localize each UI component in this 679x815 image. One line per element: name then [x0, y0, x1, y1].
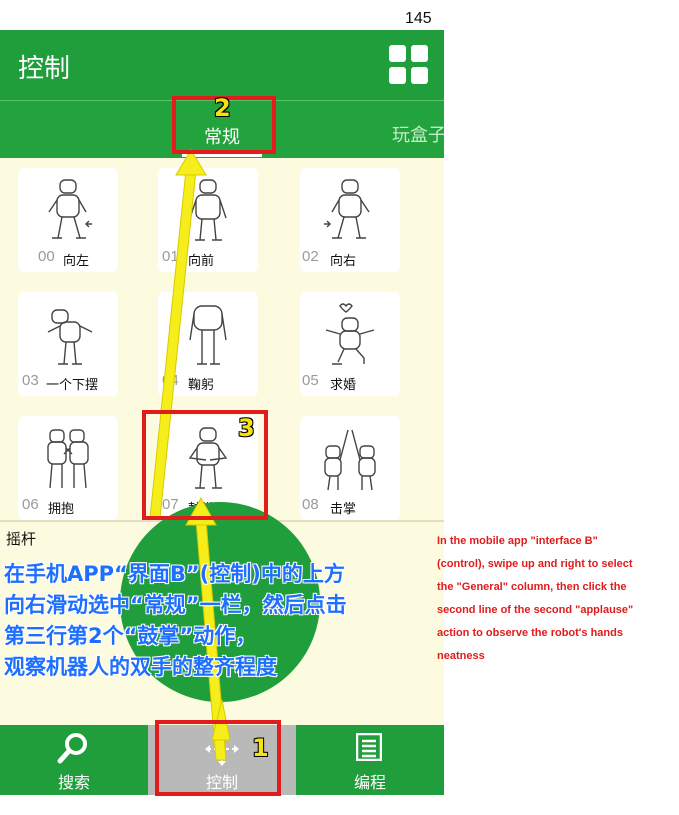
action-label: 向右 [330, 254, 357, 269]
robot-hug-icon [47, 429, 89, 489]
action-card-right[interactable]: 02 向右 [300, 168, 400, 272]
instruction-line: 向右滑动选中“常规”一栏，然后点击 [4, 593, 347, 617]
action-card-forward[interactable]: 01 向前 [158, 168, 258, 272]
grid-icon[interactable] [389, 45, 429, 85]
action-label: 求婚 [330, 378, 357, 393]
english-instruction: In the mobile app "interface B" (control… [437, 530, 679, 668]
action-label: 向前 [188, 254, 215, 269]
page-title: 控制 [18, 54, 71, 84]
english-instruction-line: neatness [437, 650, 485, 662]
joystick-label: 摇杆 [6, 530, 37, 548]
nav-search[interactable]: 搜索 [0, 725, 148, 795]
action-number: 00 [38, 248, 55, 265]
step-badge-2: 2 [214, 94, 231, 122]
search-icon [57, 733, 87, 764]
nav-programming-label: 编程 [353, 773, 386, 792]
action-number: 08 [302, 496, 319, 513]
action-number: 03 [22, 372, 39, 389]
action-number: 01 [162, 248, 179, 265]
action-number: 05 [302, 372, 319, 389]
app-header: 控制 [0, 30, 444, 100]
step-badge-1: 1 [252, 734, 269, 762]
tab-toy-box[interactable]: 玩盒子 [392, 121, 444, 147]
instruction-line: 第三行第2个“鼓掌”动作， [4, 624, 257, 648]
nav-programming[interactable]: 编程 [296, 725, 444, 795]
action-number: 04 [162, 372, 179, 389]
action-card-high-five[interactable]: 08 击掌 [300, 416, 400, 520]
english-instruction-line: action to observe the robot's hands [437, 627, 623, 639]
english-instruction-line: the "General" column, then click the [437, 581, 627, 593]
robot-high-five-icon [324, 429, 376, 491]
robot-propose-icon [325, 303, 375, 365]
action-label: 击掌 [330, 502, 357, 517]
step-badge-3: 3 [238, 414, 255, 442]
nav-search-label: 搜索 [57, 773, 90, 792]
page-number: 145 [405, 10, 432, 27]
action-number: 02 [302, 248, 319, 265]
action-label: 向左 [63, 254, 90, 269]
action-number: 06 [22, 496, 39, 513]
action-label: 一个下摆 [46, 378, 99, 393]
english-instruction-line: In the mobile app "interface B" [437, 535, 598, 547]
robot-walk-forward-icon [189, 179, 227, 241]
robot-walk-left-icon [48, 179, 92, 239]
action-card-swing[interactable]: 03 一个下摆 [18, 292, 118, 396]
action-card-left[interactable]: 00 向左 [18, 168, 118, 272]
instruction-line: 在手机APP“界面B”(控制)中的上方 [4, 562, 345, 586]
english-instruction-line: (control), swipe up and right to select [437, 558, 633, 570]
english-instruction-line: second line of the second "applause" [437, 604, 634, 616]
action-card-hug[interactable]: 06 拥抱 [18, 416, 118, 520]
action-label: 鞠躬 [188, 378, 215, 393]
action-label: 拥抱 [48, 502, 75, 517]
robot-swing-icon [47, 309, 93, 365]
action-card-propose[interactable]: 05 求婚 [300, 292, 400, 396]
list-icon [356, 733, 382, 761]
instruction-line: 观察机器人的双手的整齐程度 [4, 655, 277, 679]
action-card-bow[interactable]: 04 鞠躬 [158, 292, 258, 396]
robot-walk-right-icon [324, 179, 370, 239]
robot-bow-icon [189, 305, 227, 365]
